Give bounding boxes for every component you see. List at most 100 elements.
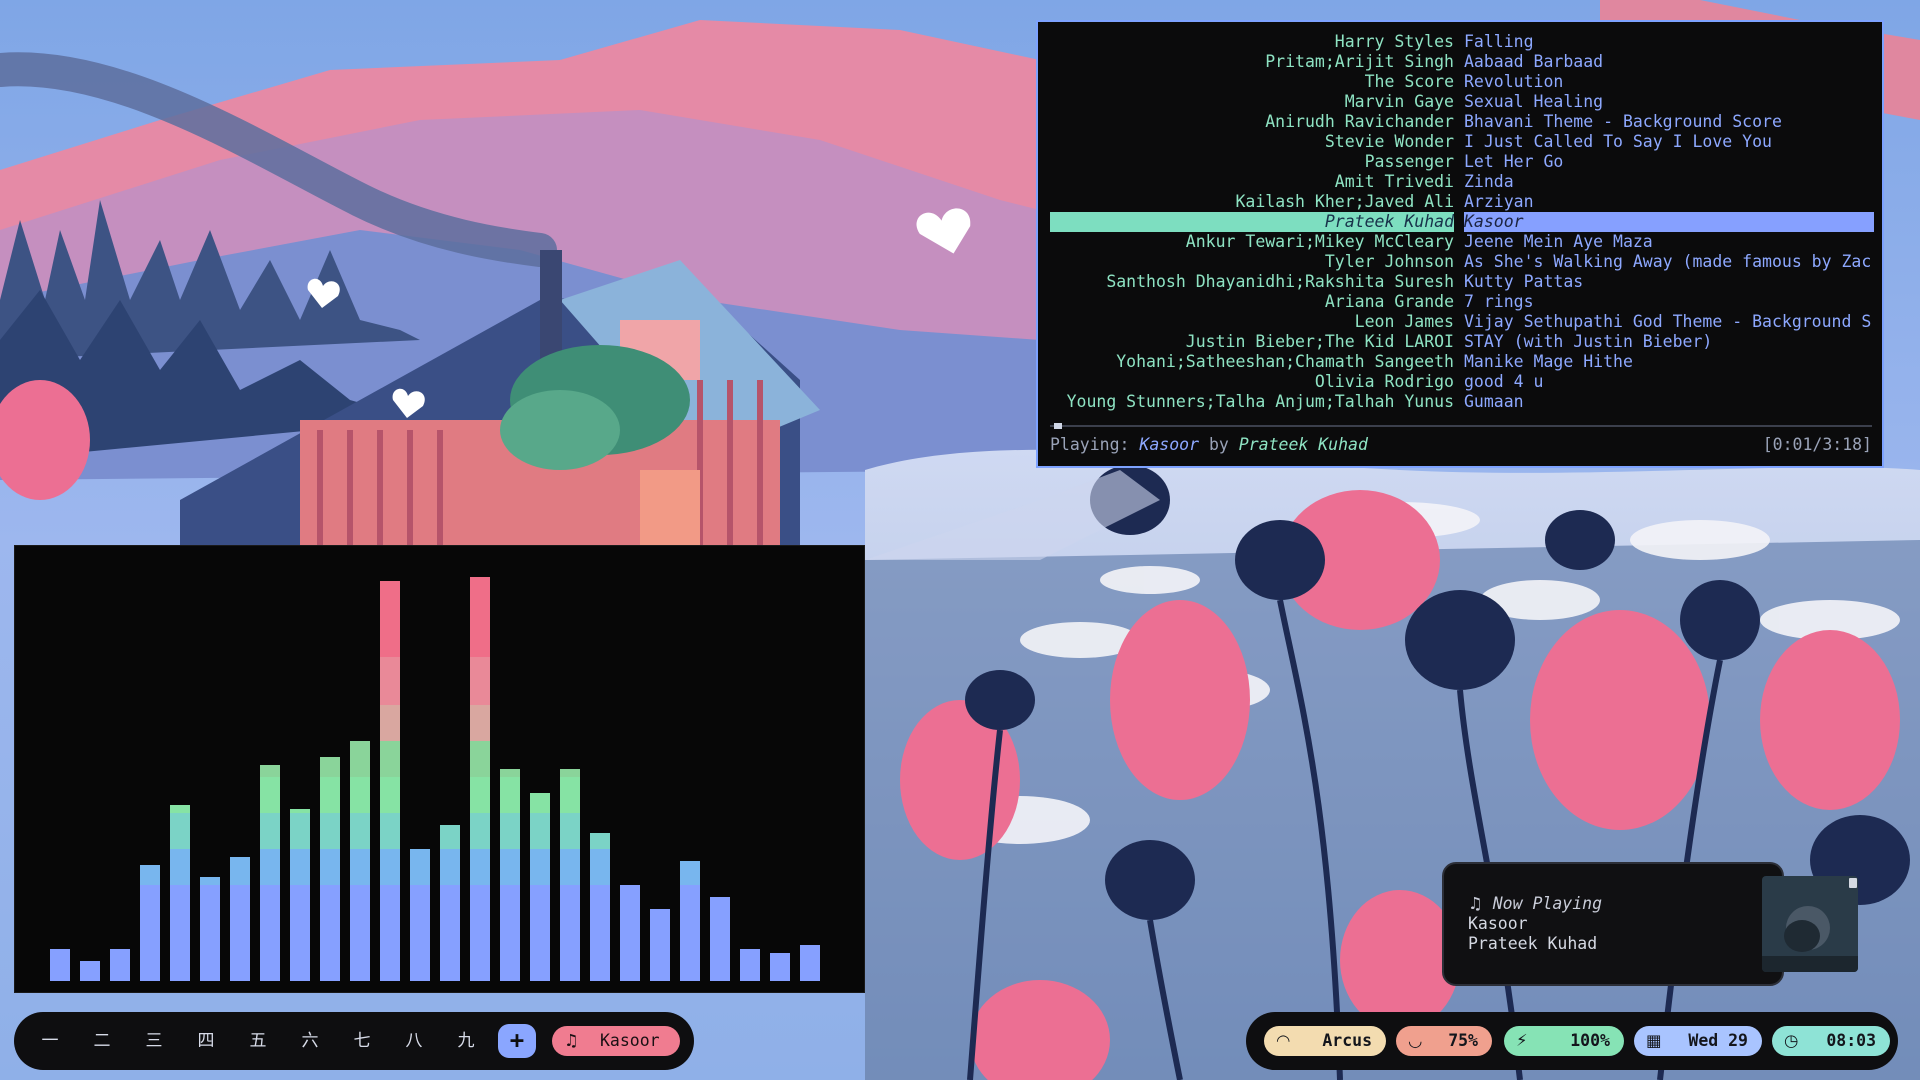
- visualizer-bar-segment: [680, 957, 700, 969]
- now-playing-notification[interactable]: ♫ Now Playing Kasoor Prateek Kuhad: [1442, 862, 1858, 986]
- workspace-6[interactable]: 六: [292, 1026, 328, 1056]
- visualizer-bar-segment: [320, 969, 340, 981]
- date-pill[interactable]: ▦ Wed 29: [1634, 1026, 1762, 1056]
- visualizer-bar-segment: [230, 885, 250, 897]
- visualizer-bar-segment: [560, 769, 580, 777]
- workspace-5[interactable]: 五: [240, 1026, 276, 1056]
- playlist-row[interactable]: Ankur Tewari;Mikey McCleary Jeene Mein Ay…: [1050, 232, 1872, 252]
- playlist-row[interactable]: Marvin Gaye Sexual Healing: [1050, 92, 1872, 112]
- visualizer-bar-segment: [380, 909, 400, 921]
- battery-pill[interactable]: ⚡ 100%: [1504, 1026, 1624, 1056]
- visualizer-bar-segment: [470, 801, 490, 813]
- playlist-row[interactable]: Kailash Kher;Javed Ali Arziyan: [1050, 192, 1872, 212]
- visualizer-bar-segment: [260, 909, 280, 921]
- playlist-row[interactable]: Passenger Let Her Go: [1050, 152, 1872, 172]
- clock-pill[interactable]: ◷ 08:03: [1772, 1026, 1890, 1056]
- playlist-artist: Passenger: [1364, 152, 1454, 171]
- visualizer-bar-segment: [620, 897, 640, 909]
- visualizer-bar-segment: [110, 969, 130, 981]
- visualizer-bar-segment: [500, 849, 520, 861]
- workspace-7[interactable]: 七: [344, 1026, 380, 1056]
- visualizer-bar-segment: [470, 825, 490, 837]
- visualizer-bar-segment: [260, 765, 280, 777]
- visualizer-bar-segment: [470, 741, 490, 753]
- notification-artist: Prateek Kuhad: [1468, 934, 1598, 953]
- progress-knob[interactable]: [1054, 423, 1063, 429]
- playlist-row[interactable]: Anirudh Ravichander Bhavani Theme - Backg…: [1050, 112, 1872, 132]
- visualizer-bar-segment: [200, 909, 220, 921]
- visualizer-bar-segment: [260, 897, 280, 909]
- visualizer-bar-segment: [440, 945, 460, 957]
- status-song: Kasoor: [1139, 435, 1200, 454]
- workspace-1[interactable]: 一: [32, 1026, 68, 1056]
- playlist-row[interactable]: The Score Revolution: [1050, 72, 1872, 92]
- playlist-row[interactable]: Leon James Vijay Sethupathi God Theme - B…: [1050, 312, 1872, 332]
- playlist-row[interactable]: Harry Styles Falling: [1050, 32, 1872, 52]
- visualizer-bar-segment: [770, 953, 790, 957]
- workspace-3[interactable]: 三: [136, 1026, 172, 1056]
- wifi-pill[interactable]: ◠ Arcus: [1264, 1026, 1386, 1056]
- visualizer-bar-segment: [350, 813, 370, 825]
- visualizer-bar: [200, 877, 220, 981]
- playlist-artist: Kailash Kher;Javed Ali: [1235, 192, 1454, 211]
- visualizer-bar-segment: [500, 777, 520, 789]
- visualizer-bar: [590, 833, 610, 981]
- visualizer-bar-segment: [620, 921, 640, 933]
- visualizer-bar-segment: [470, 681, 490, 693]
- visualizer-bar: [50, 949, 70, 981]
- visualizer-bar-segment: [350, 837, 370, 849]
- visualizer-bar-segment: [740, 957, 760, 969]
- workspace-4[interactable]: 四: [188, 1026, 224, 1056]
- playlist-artist: Leon James: [1354, 312, 1454, 331]
- visualizer-bar-segment: [740, 969, 760, 981]
- playlist-row[interactable]: Stevie Wonder I Just Called To Say I Love…: [1050, 132, 1872, 152]
- visualizer-bar-segment: [380, 645, 400, 657]
- volume-pill[interactable]: ◡ 75%: [1396, 1026, 1492, 1056]
- playlist-row[interactable]: Prateek Kuhad Kasoor: [1050, 212, 1874, 232]
- visualizer-bar-segment: [260, 873, 280, 885]
- workspace-2[interactable]: 二: [84, 1026, 120, 1056]
- workspace-bar: 一 二 三 四 五 六 七 八 九 + ♫ Kasoor: [14, 1012, 694, 1070]
- playlist-row[interactable]: Olivia Rodrigo good 4 u: [1050, 372, 1872, 392]
- visualizer-bar-segment: [470, 945, 490, 957]
- visualizer-bar-segment: [470, 717, 490, 729]
- visualizer-bar-segment: [380, 765, 400, 777]
- date-label: Wed 29: [1688, 1031, 1748, 1050]
- visualizer-bar-segment: [470, 873, 490, 885]
- workspace-8[interactable]: 八: [396, 1026, 432, 1056]
- visualizer-bar: [470, 577, 490, 981]
- add-workspace-button[interactable]: +: [498, 1024, 536, 1058]
- playlist-title: Arziyan: [1464, 192, 1534, 211]
- playlist-title: Revolution: [1464, 72, 1564, 91]
- playlist-title: As She's Walking Away (made famous by Za…: [1464, 252, 1872, 271]
- playlist-row[interactable]: Young Stunners;Talha Anjum;Talhah Yunus G…: [1050, 392, 1872, 412]
- visualizer-bar-segment: [230, 933, 250, 945]
- playlist-row[interactable]: Santhosh Dhayanidhi;Rakshita Suresh Kutty…: [1050, 272, 1872, 292]
- visualizer-bar-segment: [560, 861, 580, 873]
- playlist-row[interactable]: Amit Trivedi Zinda: [1050, 172, 1872, 192]
- workspace-9[interactable]: 九: [448, 1026, 484, 1056]
- playlist-row[interactable]: Pritam;Arijit Singh Aabaad Barbaad: [1050, 52, 1872, 72]
- visualizer-bar-segment: [500, 801, 520, 813]
- playlist-row[interactable]: Tyler Johnson As She's Walking Away (made…: [1050, 252, 1872, 272]
- visualizer-bar-segment: [230, 945, 250, 957]
- visualizer-bar-segment: [710, 945, 730, 957]
- visualizer-bar-segment: [350, 861, 370, 873]
- visualizer-bar-segment: [530, 897, 550, 909]
- progress-track[interactable]: [1050, 425, 1872, 427]
- visualizer-bar-segment: [260, 969, 280, 981]
- now-playing-pill[interactable]: ♫ Kasoor: [552, 1026, 680, 1056]
- playlist-title: Kutty Pattas: [1464, 272, 1584, 291]
- visualizer-bar-segment: [470, 909, 490, 921]
- close-notification-button[interactable]: [1849, 878, 1857, 888]
- music-player-window[interactable]: Harry Styles Falling Pritam;Arijit Singh Aa…: [1036, 20, 1884, 468]
- visualizer-bar-segment: [560, 885, 580, 897]
- playlist-row[interactable]: Ariana Grande 7 rings: [1050, 292, 1872, 312]
- visualizer-bar-segment: [290, 813, 310, 825]
- visualizer-bar-segment: [260, 933, 280, 945]
- visualizer-bar-segment: [320, 945, 340, 957]
- playlist-row[interactable]: Justin Bieber;The Kid LAROI STAY (with Ju…: [1050, 332, 1872, 352]
- visualizer-bar-segment: [470, 957, 490, 969]
- playlist-row[interactable]: Yohani;Satheeshan;Chamath Sangeeth Manike…: [1050, 352, 1872, 372]
- visualizer-bar-segment: [290, 837, 310, 849]
